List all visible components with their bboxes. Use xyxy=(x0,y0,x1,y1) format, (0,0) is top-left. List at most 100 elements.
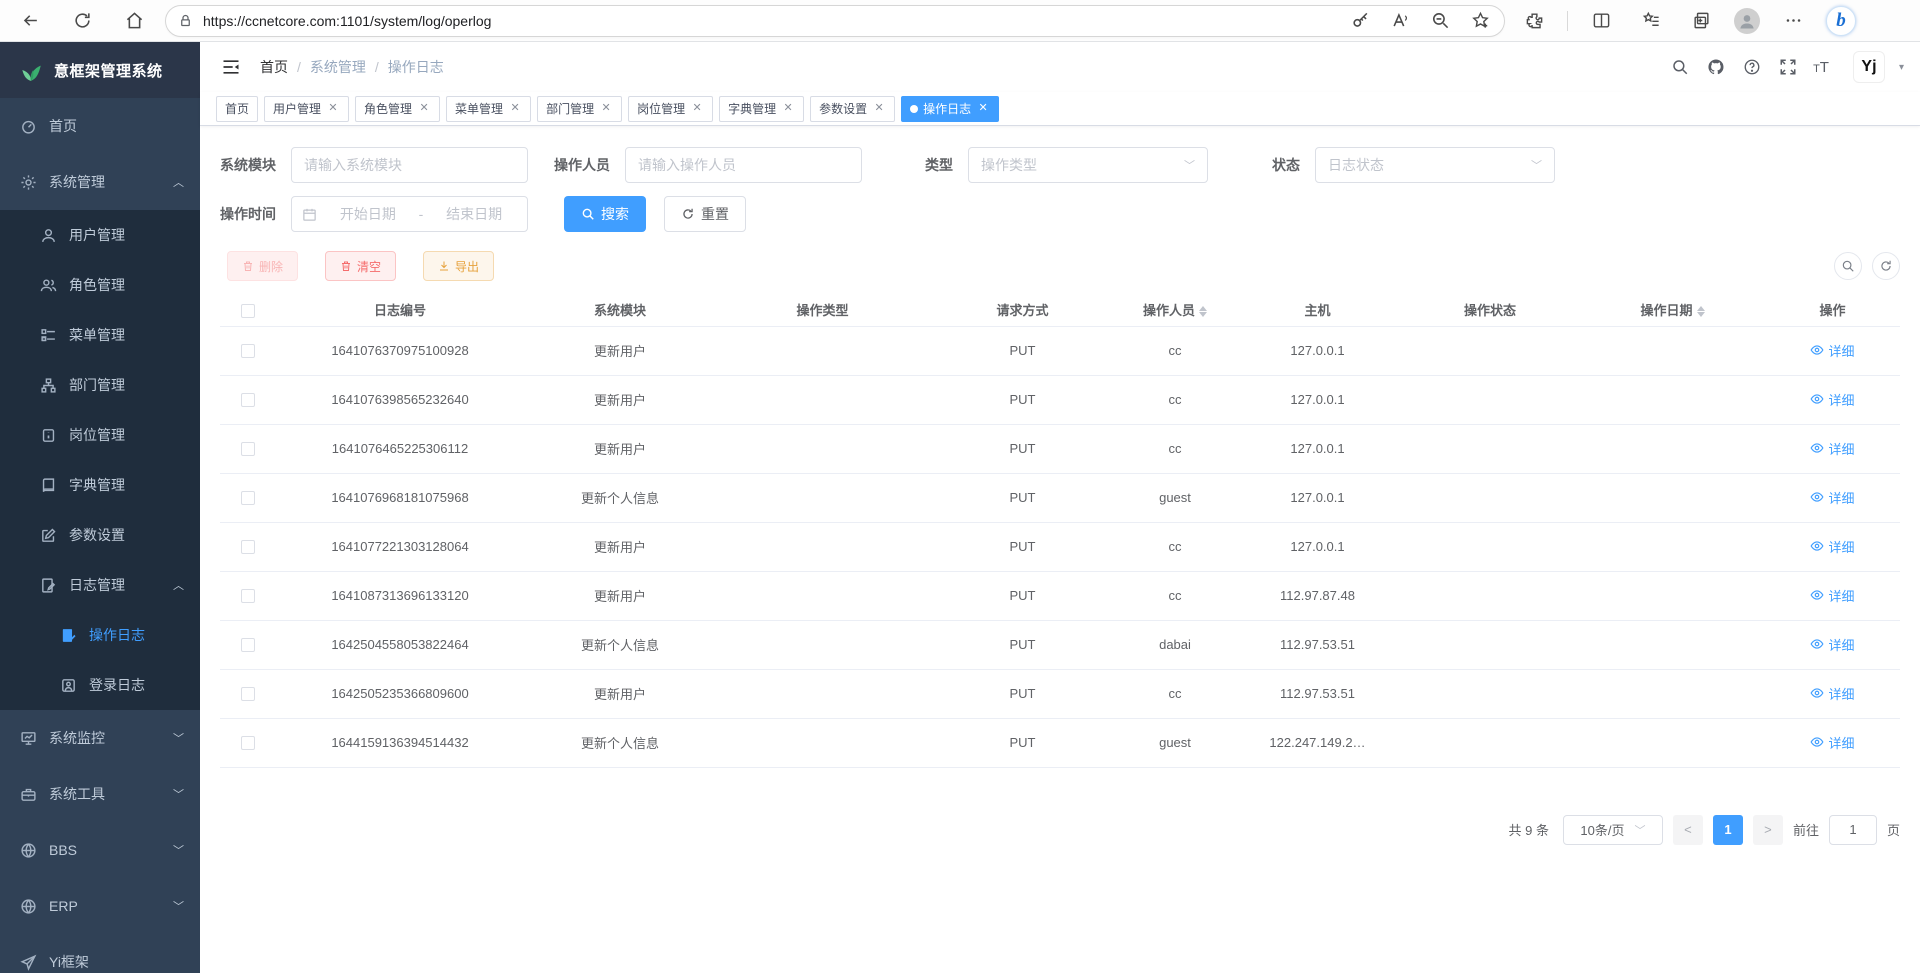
header-search-icon[interactable] xyxy=(1669,56,1691,78)
sidebar-item-erp[interactable]: ERP ﹀ xyxy=(0,878,200,934)
browser-back-icon[interactable] xyxy=(13,4,47,38)
row-checkbox[interactable] xyxy=(241,344,255,358)
sort-carets-icon[interactable] xyxy=(1199,306,1207,317)
prev-page-button[interactable]: < xyxy=(1673,815,1703,845)
tab-close-icon[interactable]: ✕ xyxy=(872,102,886,116)
table-row[interactable]: 1641076370975100928 更新用户 PUT cc 127.0.0.… xyxy=(220,326,1900,375)
sidebar-item-user-mgmt[interactable]: 用户管理 xyxy=(0,210,200,260)
bing-chat-icon[interactable]: b xyxy=(1826,6,1856,36)
table-row[interactable]: 1641077221303128064 更新用户 PUT cc 127.0.0.… xyxy=(220,522,1900,571)
show-search-toggle-button[interactable] xyxy=(1834,252,1862,280)
operator-input[interactable] xyxy=(625,147,862,183)
browser-refresh-icon[interactable] xyxy=(65,4,99,38)
favorite-add-icon[interactable] xyxy=(1466,7,1494,35)
row-checkbox[interactable] xyxy=(241,589,255,603)
row-checkbox[interactable] xyxy=(241,736,255,750)
detail-link[interactable]: 详细 xyxy=(1810,439,1854,458)
row-checkbox[interactable] xyxy=(241,638,255,652)
sidebar-item-login-log[interactable]: 登录日志 xyxy=(0,660,200,710)
table-row[interactable]: 1642504558053822464 更新个人信息 PUT dabai 112… xyxy=(220,620,1900,669)
row-checkbox[interactable] xyxy=(241,442,255,456)
app-logo[interactable]: 意框架管理系统 xyxy=(0,42,200,98)
address-bar[interactable]: https://ccnetcore.com:1101/system/log/op… xyxy=(165,5,1505,37)
tab-home[interactable]: 首页 xyxy=(216,96,258,122)
sidebar-item-yi-framework[interactable]: Yi框架 xyxy=(0,934,200,973)
sidebar-item-role-mgmt[interactable]: 角色管理 xyxy=(0,260,200,310)
browser-more-icon[interactable] xyxy=(1776,4,1810,38)
breadcrumb-system[interactable]: 系统管理 xyxy=(310,57,366,77)
tab-oper-log-active[interactable]: 操作日志✕ xyxy=(901,96,999,122)
detail-link[interactable]: 详细 xyxy=(1810,390,1854,409)
detail-link[interactable]: 详细 xyxy=(1810,684,1854,703)
goto-page-input[interactable] xyxy=(1829,815,1877,845)
user-avatar[interactable]: Yj xyxy=(1853,51,1885,83)
sort-carets-icon[interactable] xyxy=(1697,306,1705,317)
sidebar-item-menu-mgmt[interactable]: 菜单管理 xyxy=(0,310,200,360)
tab-dict-mgmt[interactable]: 字典管理✕ xyxy=(719,96,804,122)
module-input[interactable] xyxy=(291,147,528,183)
start-date-placeholder[interactable]: 开始日期 xyxy=(325,204,411,224)
tab-close-icon[interactable]: ✕ xyxy=(417,102,431,116)
browser-profile-avatar[interactable] xyxy=(1734,8,1760,34)
row-checkbox[interactable] xyxy=(241,687,255,701)
sidebar-item-dict-mgmt[interactable]: 字典管理 xyxy=(0,460,200,510)
sidebar-item-dept-mgmt[interactable]: 部门管理 xyxy=(0,360,200,410)
table-row[interactable]: 1641076465225306112 更新用户 PUT cc 127.0.0.… xyxy=(220,424,1900,473)
row-checkbox[interactable] xyxy=(241,393,255,407)
detail-link[interactable]: 详细 xyxy=(1810,586,1854,605)
url-text[interactable]: https://ccnetcore.com:1101/system/log/op… xyxy=(203,13,1346,29)
table-row[interactable]: 1644159136394514432 更新个人信息 PUT guest 122… xyxy=(220,718,1900,767)
search-button[interactable]: 搜索 xyxy=(564,196,646,232)
sidebar-item-log-mgmt[interactable]: 日志管理 ︿ xyxy=(0,560,200,610)
tab-menu-mgmt[interactable]: 菜单管理✕ xyxy=(446,96,531,122)
row-checkbox[interactable] xyxy=(241,491,255,505)
table-row[interactable]: 1641087313696133120 更新用户 PUT cc 112.97.8… xyxy=(220,571,1900,620)
fullscreen-icon[interactable] xyxy=(1777,56,1799,78)
favorites-bar-icon[interactable] xyxy=(1634,4,1668,38)
sidebar-item-post-mgmt[interactable]: 岗位管理 xyxy=(0,410,200,460)
page-size-select[interactable]: 10条/页 ﹀ xyxy=(1563,815,1663,845)
extensions-puzzle-icon[interactable] xyxy=(1517,4,1551,38)
tab-role-mgmt[interactable]: 角色管理✕ xyxy=(355,96,440,122)
sidebar-item-bbs[interactable]: BBS ﹀ xyxy=(0,822,200,878)
table-row[interactable]: 1641076968181075968 更新个人信息 PUT guest 127… xyxy=(220,473,1900,522)
lock-icon[interactable] xyxy=(178,13,193,28)
tab-user-mgmt[interactable]: 用户管理✕ xyxy=(264,96,349,122)
end-date-placeholder[interactable]: 结束日期 xyxy=(431,204,517,224)
type-select[interactable]: 操作类型 ﹀ xyxy=(968,147,1208,183)
select-all-checkbox[interactable] xyxy=(241,304,255,318)
detail-link[interactable]: 详细 xyxy=(1810,733,1854,752)
breadcrumb-home[interactable]: 首页 xyxy=(260,57,288,77)
detail-link[interactable]: 详细 xyxy=(1810,537,1854,556)
delete-button[interactable]: 删除 xyxy=(227,251,298,281)
tab-close-icon[interactable]: ✕ xyxy=(326,102,340,116)
row-checkbox[interactable] xyxy=(241,540,255,554)
tab-close-icon[interactable]: ✕ xyxy=(690,102,704,116)
user-menu-caret-icon[interactable]: ▾ xyxy=(1899,62,1904,73)
table-row[interactable]: 1642505235366809600 更新用户 PUT cc 112.97.5… xyxy=(220,669,1900,718)
status-select[interactable]: 日志状态 ﹀ xyxy=(1315,147,1555,183)
tab-close-icon[interactable]: ✕ xyxy=(976,102,990,116)
refresh-table-button[interactable] xyxy=(1872,252,1900,280)
tab-close-icon[interactable]: ✕ xyxy=(781,102,795,116)
help-icon[interactable] xyxy=(1741,56,1763,78)
page-1-button[interactable]: 1 xyxy=(1713,815,1743,845)
tab-param-settings[interactable]: 参数设置✕ xyxy=(810,96,895,122)
sidebar-item-param-settings[interactable]: 参数设置 xyxy=(0,510,200,560)
col-date[interactable]: 操作日期 xyxy=(1580,294,1765,326)
read-aloud-icon[interactable] xyxy=(1386,7,1414,35)
detail-link[interactable]: 详细 xyxy=(1810,341,1854,360)
detail-link[interactable]: 详细 xyxy=(1810,488,1854,507)
sidebar-item-system-monitor[interactable]: 系统监控 ﹀ xyxy=(0,710,200,766)
sidebar-collapse-icon[interactable] xyxy=(218,54,244,80)
col-operator[interactable]: 操作人员 xyxy=(1115,294,1235,326)
split-screen-icon[interactable] xyxy=(1584,4,1618,38)
zoom-out-icon[interactable] xyxy=(1426,7,1454,35)
github-icon[interactable] xyxy=(1705,56,1727,78)
reset-button[interactable]: 重置 xyxy=(664,196,746,232)
tab-dept-mgmt[interactable]: 部门管理✕ xyxy=(537,96,622,122)
collections-icon[interactable] xyxy=(1684,4,1718,38)
font-size-icon[interactable]: TT xyxy=(1813,59,1829,76)
sidebar-item-home[interactable]: 首页 xyxy=(0,98,200,154)
clear-button[interactable]: 清空 xyxy=(325,251,396,281)
